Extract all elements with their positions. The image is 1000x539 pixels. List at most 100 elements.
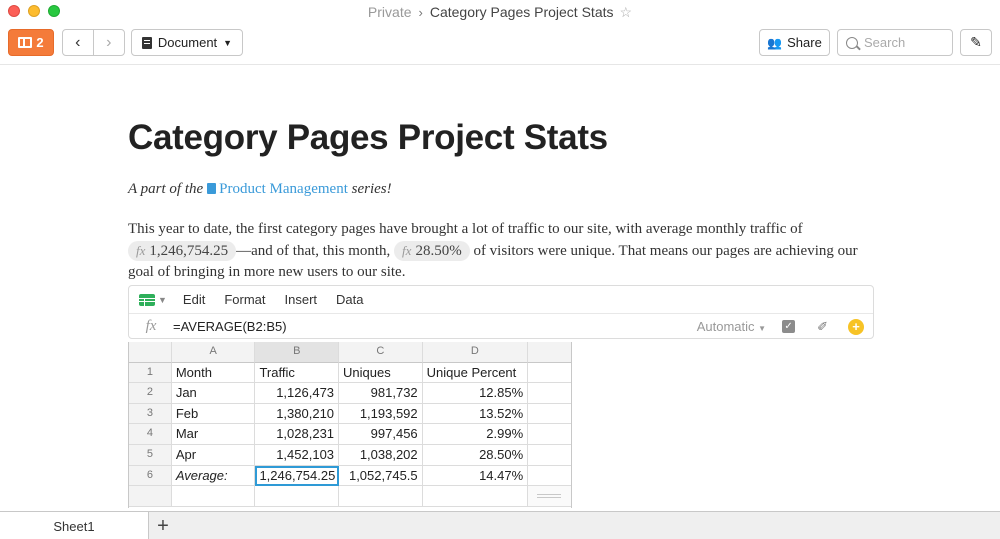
table-cell[interactable]: 1,038,202 — [339, 444, 423, 466]
column-header-c[interactable]: C — [339, 342, 423, 363]
row-number[interactable]: 3 — [129, 403, 172, 425]
compose-button[interactable]: ✎ — [960, 29, 992, 56]
table-icon[interactable] — [139, 293, 155, 306]
menu-edit[interactable]: Edit — [183, 292, 205, 307]
table-cell[interactable]: 981,732 — [339, 383, 423, 404]
fx-icon: fx — [145, 318, 157, 334]
search-input[interactable] — [864, 35, 944, 50]
search-field[interactable] — [837, 29, 953, 56]
formula-bar: fx =AVERAGE(B2:B5) Automatic ▼ ✓ ✐ + — [129, 313, 873, 339]
table-cell[interactable]: 1,126,473 — [255, 383, 340, 404]
navigation-group: ‹ › — [62, 29, 125, 56]
row-number[interactable]: 6 — [129, 465, 172, 487]
spreadsheet-grid[interactable]: A B C D 1 Month Traffic Uniques Unique P… — [128, 342, 572, 508]
tab-sheet1[interactable]: Sheet1 — [0, 512, 148, 539]
row-number[interactable]: 2 — [129, 383, 172, 404]
table-row: 4 Mar 1,028,231 997,456 2.99% — [129, 424, 571, 445]
table-cell[interactable]: Apr — [171, 444, 256, 466]
menu-format[interactable]: Format — [224, 292, 265, 307]
selected-cell[interactable]: 1,246,754.25 — [255, 465, 340, 487]
formula-input[interactable]: =AVERAGE(B2:B5) — [173, 319, 697, 334]
sheet-toolbar: ▼ Edit Format Insert Data fx =AVERAGE(B2… — [128, 285, 874, 339]
inline-formula-value: 28.50% — [415, 242, 462, 259]
tab-bar-background — [148, 512, 1000, 539]
table-cell[interactable]: Traffic — [255, 362, 340, 384]
page-title: Category Pages Project Stats — [128, 118, 608, 157]
table-cell[interactable] — [528, 404, 571, 425]
share-label: Share — [787, 35, 822, 50]
sidebar-icon — [18, 37, 33, 48]
paint-brush-icon[interactable]: ✐ — [817, 319, 828, 335]
table-cell[interactable]: 13.52% — [422, 403, 529, 425]
series-line: A part of the Product Management series! — [128, 181, 392, 198]
table-cell[interactable]: Feb — [171, 403, 256, 425]
table-cell[interactable]: 1,193,592 — [339, 403, 423, 425]
series-suffix: series! — [351, 181, 392, 197]
table-cell[interactable]: Unique Percent — [422, 362, 529, 384]
table-cell[interactable]: 1,028,231 — [255, 424, 340, 445]
chevron-down-icon[interactable]: ▼ — [158, 295, 167, 305]
menu-data[interactable]: Data — [336, 292, 363, 307]
people-icon: 👥 — [767, 35, 783, 50]
checkbox-icon[interactable]: ✓ — [782, 320, 796, 333]
document-menu-button[interactable]: Document ▼ — [131, 29, 243, 56]
body-paragraph: This year to date, the first category pa… — [128, 219, 878, 284]
table-cell[interactable] — [528, 424, 571, 445]
row-number[interactable]: 4 — [129, 424, 172, 445]
series-link[interactable]: Product Management — [219, 181, 348, 197]
sidebar-toggle-button[interactable]: 2 — [8, 29, 54, 56]
table-cell[interactable]: Uniques — [339, 362, 423, 384]
close-window-button[interactable] — [8, 5, 20, 17]
table-cell[interactable] — [528, 445, 571, 466]
row-number[interactable]: 1 — [129, 362, 172, 384]
resize-handle[interactable] — [537, 494, 561, 498]
series-prefix: A part of the — [128, 181, 204, 197]
column-header-d[interactable]: D — [422, 342, 529, 363]
window-title: Category Pages Project Stats — [429, 4, 614, 20]
breadcrumb-parent[interactable]: Private — [368, 4, 412, 20]
column-header-empty[interactable] — [528, 342, 571, 363]
table-cell[interactable] — [339, 486, 423, 507]
table-cell[interactable]: 14.47% — [422, 465, 529, 487]
table-cell[interactable]: Jan — [171, 383, 256, 404]
table-cell[interactable] — [528, 383, 571, 404]
back-button[interactable]: ‹ — [63, 30, 94, 55]
column-header-b[interactable]: B — [255, 342, 340, 363]
title-bar: Private › Category Pages Project Stats ☆ — [0, 0, 1000, 24]
menu-insert[interactable]: Insert — [285, 292, 318, 307]
table-cell[interactable]: 12.85% — [422, 383, 529, 404]
table-cell[interactable]: 1,380,210 — [255, 403, 340, 425]
chevron-down-icon: ▼ — [758, 324, 767, 333]
table-cell[interactable]: 28.50% — [422, 444, 529, 466]
minimize-window-button[interactable] — [28, 5, 40, 17]
inline-formula-percent[interactable]: fx 28.50% — [394, 240, 470, 261]
row-number[interactable]: 5 — [129, 444, 172, 466]
edit-icon: ✎ — [970, 34, 982, 50]
row-number[interactable] — [129, 486, 172, 507]
format-mode-select[interactable]: Automatic ▼ — [697, 319, 766, 334]
column-header-a[interactable]: A — [171, 342, 256, 363]
sheet-menu-bar: ▼ Edit Format Insert Data — [129, 286, 873, 313]
star-icon[interactable]: ☆ — [620, 4, 633, 21]
table-cell[interactable]: 997,456 — [339, 424, 423, 445]
table-cell[interactable]: Mar — [171, 424, 256, 445]
table-cell[interactable]: 1,452,103 — [255, 444, 340, 466]
table-cell[interactable] — [528, 466, 571, 487]
add-sheet-button[interactable]: + — [152, 515, 174, 537]
share-button[interactable]: 👥 Share — [759, 29, 830, 56]
maximize-window-button[interactable] — [48, 5, 60, 17]
table-cell[interactable]: Average: — [171, 465, 256, 487]
inline-formula-traffic[interactable]: fx 1,246,754.25 — [128, 240, 237, 261]
corner-cell[interactable] — [129, 342, 172, 363]
table-cell[interactable] — [528, 363, 571, 384]
add-comment-icon[interactable]: + — [848, 318, 864, 335]
table-cell[interactable]: 1,052,745.5 — [339, 465, 423, 487]
table-cell[interactable]: 2.99% — [422, 424, 529, 445]
table-cell[interactable]: Month — [171, 362, 256, 384]
table-cell[interactable] — [422, 486, 529, 507]
chevron-down-icon: ▼ — [223, 37, 233, 48]
table-cell[interactable] — [171, 486, 256, 507]
search-icon — [846, 36, 858, 49]
forward-button[interactable]: › — [94, 30, 124, 55]
table-cell[interactable] — [255, 486, 340, 507]
